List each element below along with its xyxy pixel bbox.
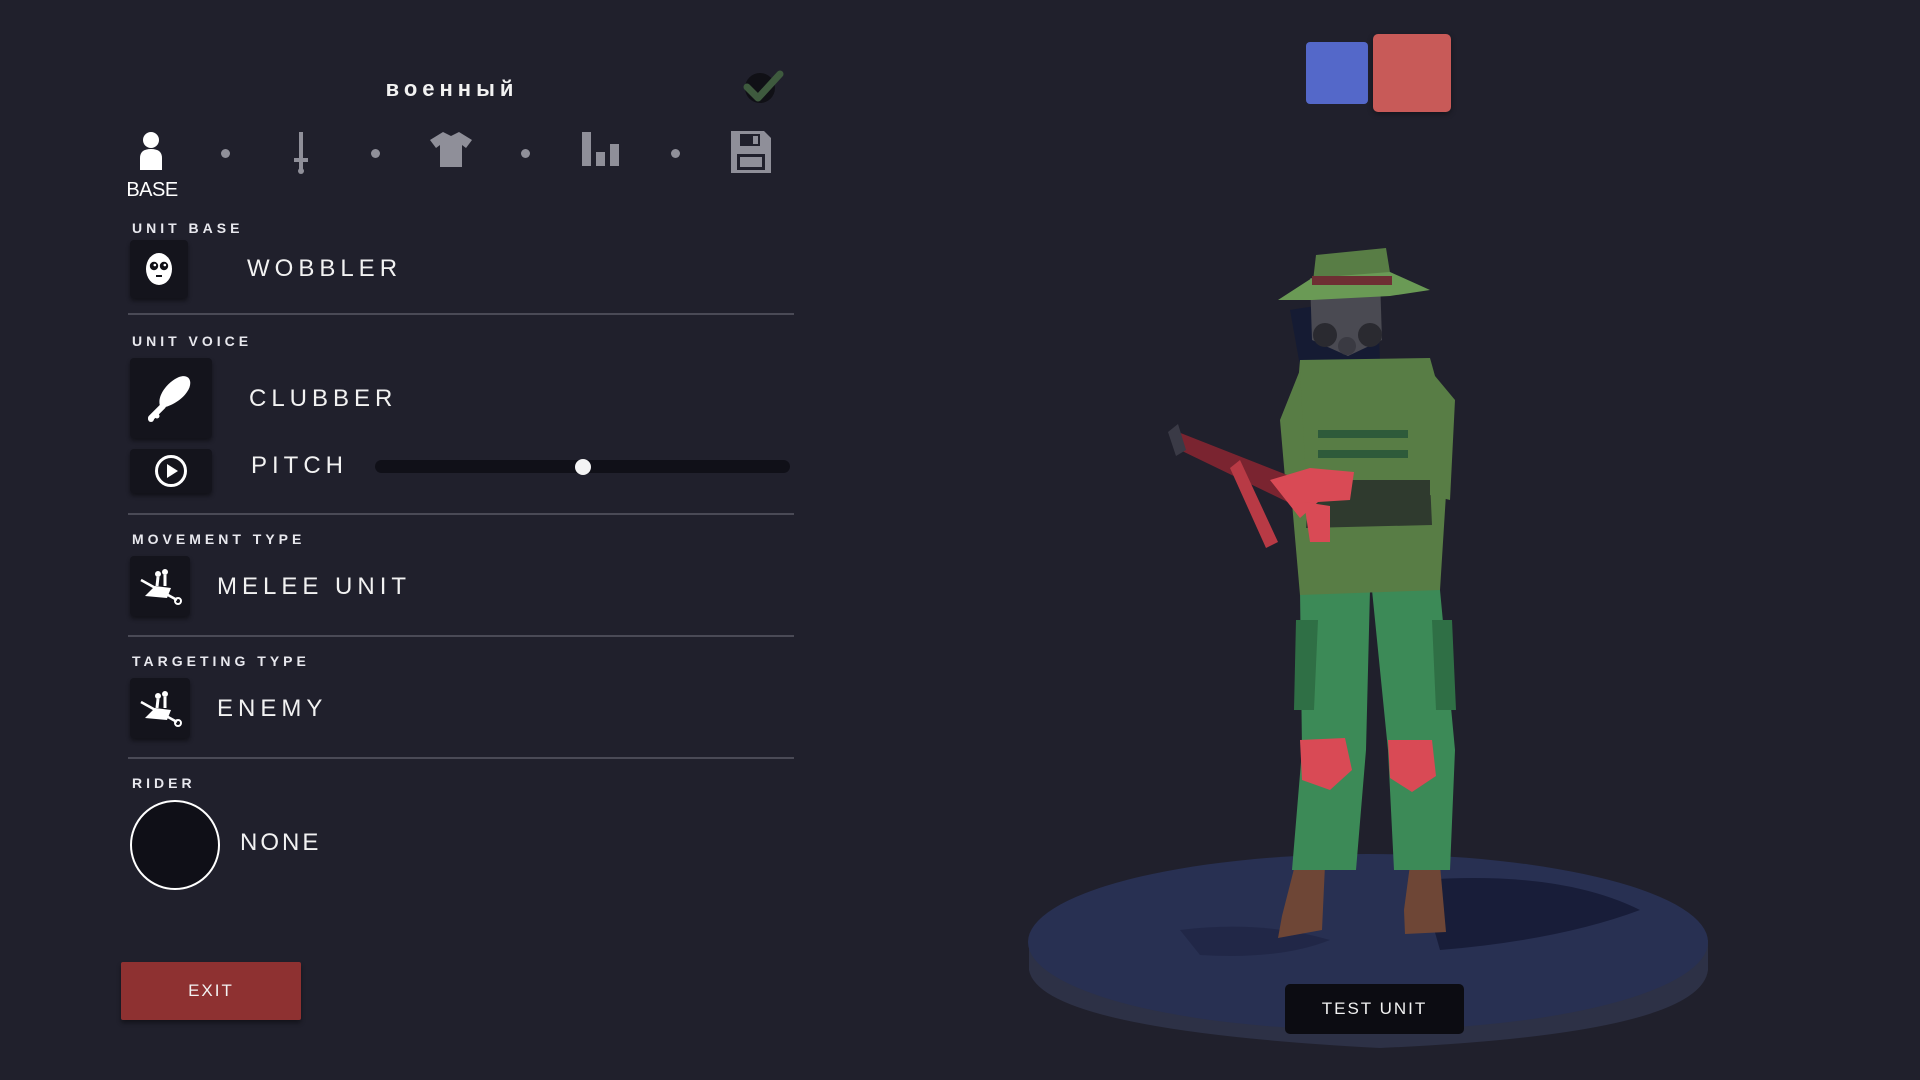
step-stats[interactable]: [574, 130, 628, 180]
step-separator: [221, 149, 230, 158]
sword-icon: [294, 132, 308, 174]
movement-type-button[interactable]: [130, 556, 190, 616]
bar-chart-icon: [582, 132, 619, 166]
step-base-label: BASE: [126, 179, 178, 201]
section-divider: [128, 757, 794, 759]
targeting-type-label: TARGETING TYPE: [132, 653, 310, 669]
section-divider: [128, 513, 794, 515]
soldier-model: [1168, 248, 1456, 938]
step-separator: [671, 149, 680, 158]
unit-voice-value: CLUBBER: [249, 385, 398, 412]
pitch-slider-handle[interactable]: [574, 458, 591, 475]
save-icon: [731, 131, 771, 173]
step-base[interactable]: [124, 130, 178, 180]
section-divider: [128, 313, 794, 315]
movement-type-label: MOVEMENT TYPE: [132, 531, 306, 547]
step-clothing[interactable]: [424, 130, 478, 180]
shirt-icon: [430, 132, 472, 167]
confirm-check-icon[interactable]: [740, 66, 786, 106]
unit-base-value: WOBBLER: [247, 255, 403, 282]
targeting-type-value: ENEMY: [217, 695, 328, 722]
rider-select-button[interactable]: [130, 800, 220, 890]
step-separator: [371, 149, 380, 158]
unit-voice-button[interactable]: [130, 358, 212, 438]
wobbler-face-icon: [146, 253, 172, 285]
section-divider: [128, 635, 794, 637]
team-blue-button[interactable]: [1306, 42, 1368, 104]
exit-button[interactable]: EXIT: [121, 962, 301, 1020]
play-icon: [155, 455, 187, 487]
play-voice-button[interactable]: [130, 449, 212, 493]
rider-label: RIDER: [132, 775, 196, 791]
movement-type-value: MELEE UNIT: [217, 573, 412, 600]
unit-charge-icon: [140, 691, 182, 727]
unit-charge-icon: [140, 569, 182, 605]
step-weapons[interactable]: [274, 130, 328, 180]
club-icon: [148, 376, 191, 422]
step-save[interactable]: [724, 130, 778, 180]
targeting-type-button[interactable]: [130, 678, 190, 738]
unit-base-button[interactable]: [130, 240, 188, 298]
pitch-label: PITCH: [251, 452, 348, 479]
unit-name[interactable]: военный: [362, 76, 542, 102]
unit-preview[interactable]: [1000, 150, 1760, 1080]
rider-value: NONE: [240, 829, 322, 856]
test-unit-button[interactable]: TEST UNIT: [1285, 984, 1464, 1034]
pitch-slider[interactable]: [375, 458, 790, 475]
person-icon: [140, 132, 162, 170]
unit-voice-label: UNIT VOICE: [132, 333, 253, 349]
step-separator: [521, 149, 530, 158]
unit-base-label: UNIT BASE: [132, 220, 244, 236]
team-red-button[interactable]: [1373, 34, 1451, 112]
